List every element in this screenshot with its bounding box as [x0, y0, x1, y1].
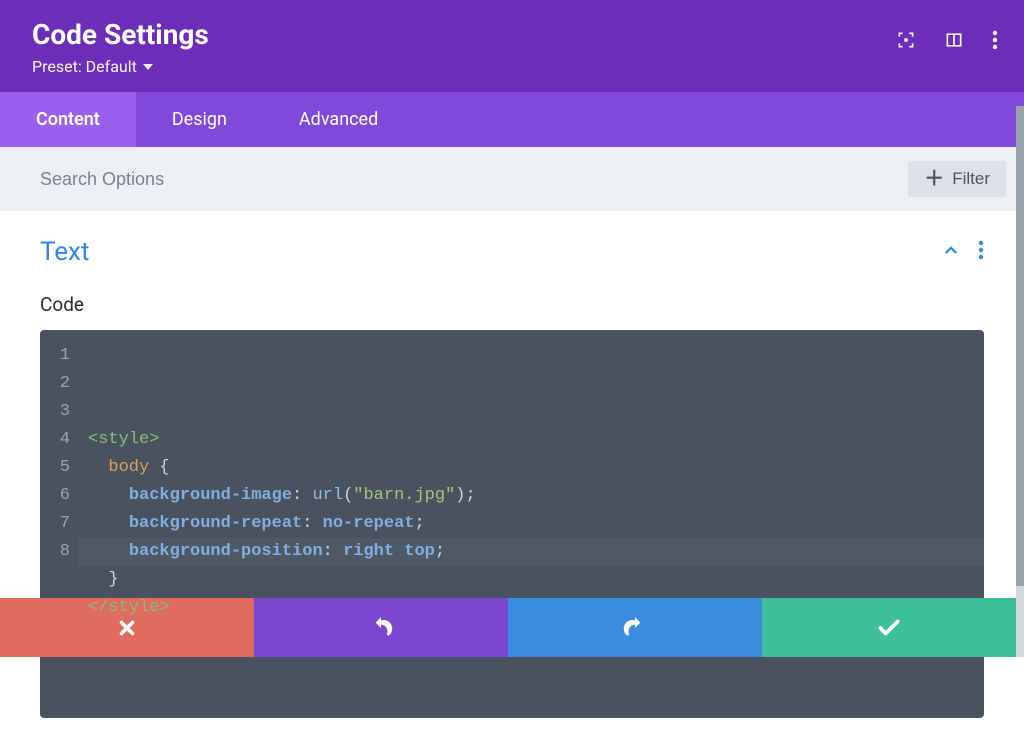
- filter-button[interactable]: ＋ Filter: [908, 161, 1006, 197]
- more-menu-icon[interactable]: [992, 30, 998, 50]
- tab-label: Advanced: [299, 109, 378, 130]
- filter-label: Filter: [952, 169, 990, 189]
- scrollbar-thumb[interactable]: [1016, 106, 1024, 586]
- tab-design[interactable]: Design: [136, 92, 263, 147]
- search-input[interactable]: [40, 169, 896, 190]
- modal-header: Code Settings Preset: Default: [0, 0, 1024, 92]
- focus-frame-icon[interactable]: [896, 30, 916, 50]
- tab-bar: Content Design Advanced: [0, 92, 1024, 147]
- code-editor[interactable]: 12345678 <style> body { background-image…: [40, 330, 984, 718]
- tab-advanced[interactable]: Advanced: [263, 92, 414, 147]
- code-lines: <style> body { background-image: url("ba…: [88, 426, 966, 650]
- code-area[interactable]: <style> body { background-image: url("ba…: [78, 330, 984, 718]
- layout-split-icon[interactable]: [944, 30, 964, 50]
- preset-label: Preset: Default: [32, 57, 137, 76]
- content-area: Text Code 12345678 <style> body { backgr…: [0, 211, 1024, 738]
- plus-icon: ＋: [924, 169, 944, 189]
- tab-content[interactable]: Content: [0, 92, 136, 147]
- header-actions: [896, 30, 998, 50]
- caret-down-icon: [143, 62, 153, 72]
- chevron-up-icon: [942, 241, 960, 259]
- preset-dropdown[interactable]: Preset: Default: [32, 57, 153, 76]
- line-gutter: 12345678: [40, 330, 78, 718]
- section-header: Text: [40, 237, 984, 267]
- modal-title: Code Settings: [32, 18, 992, 51]
- field-label-code: Code: [40, 293, 984, 316]
- section-actions: [942, 240, 984, 264]
- tab-label: Design: [172, 109, 227, 130]
- section-menu[interactable]: [978, 240, 984, 264]
- search-bar: ＋ Filter: [0, 147, 1024, 211]
- tab-label: Content: [36, 109, 100, 130]
- more-vertical-icon: [978, 240, 984, 260]
- collapse-toggle[interactable]: [942, 241, 960, 263]
- section-title[interactable]: Text: [40, 237, 89, 267]
- scrollbar[interactable]: [1016, 106, 1024, 657]
